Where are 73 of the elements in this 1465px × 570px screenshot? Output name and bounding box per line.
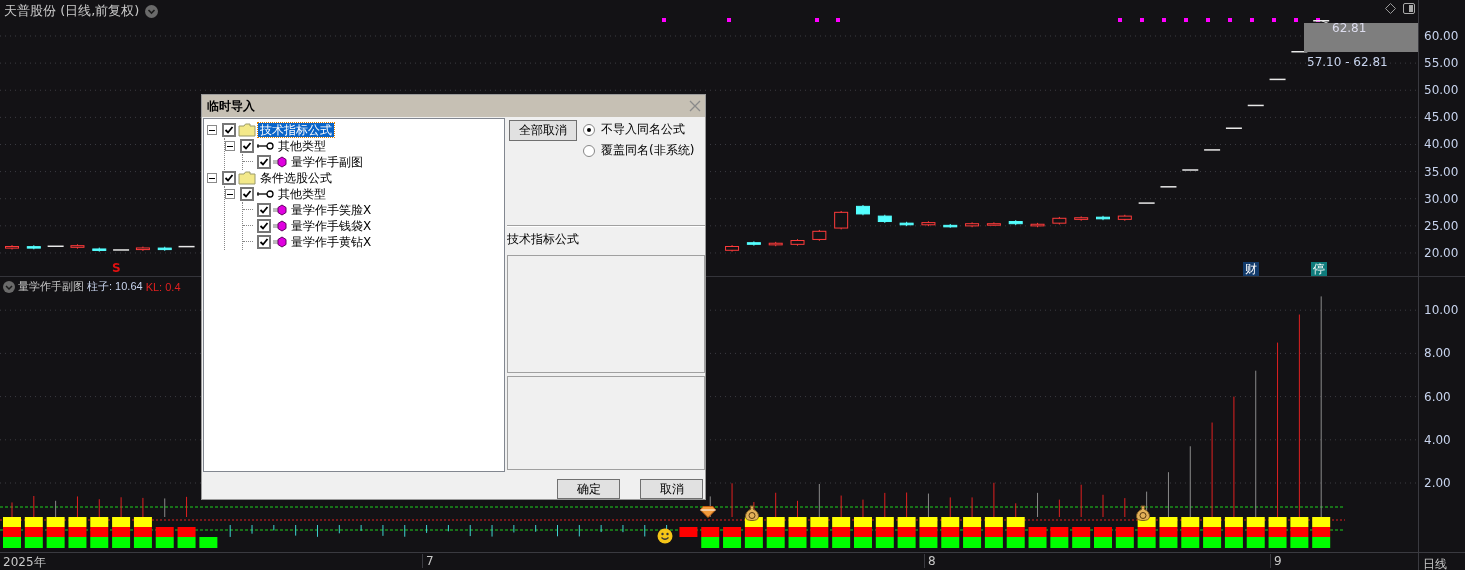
axis-label: 35.00	[1424, 164, 1459, 179]
tree-item[interactable]: 量学作手笑脸X	[289, 203, 374, 217]
cube-icon	[273, 204, 287, 216]
money-bag-icon	[1135, 505, 1151, 521]
folder-icon	[238, 171, 256, 185]
smiley-icon	[657, 528, 673, 544]
key-icon	[256, 141, 274, 151]
tree-item[interactable]: 量学作手黄钻X	[289, 235, 374, 249]
indicator-reading: KL: 0.4	[145, 280, 181, 293]
time-label: 2025年	[2, 554, 46, 570]
tree-item[interactable]: 其他类型	[276, 187, 328, 201]
radio-button[interactable]	[583, 144, 595, 157]
chart-title: 天普股份 (日线,前复权)	[4, 2, 140, 20]
tree-toggle[interactable]	[207, 173, 217, 183]
tree-item[interactable]: 量学作手钱袋X	[289, 219, 374, 233]
axis-label: 2.00	[1424, 476, 1451, 490]
axis-label: 4.00	[1424, 432, 1451, 447]
checkbox[interactable]	[257, 219, 271, 233]
checkbox[interactable]	[257, 203, 271, 217]
time-label: 7	[422, 554, 434, 568]
tree-toggle[interactable]	[207, 125, 217, 135]
radio-button[interactable]	[583, 123, 595, 136]
axis-label: 8.00	[1424, 346, 1451, 361]
axis-label: 10.00	[1424, 303, 1459, 318]
high-price-label: 62.81	[1332, 21, 1367, 35]
axis-label: 40.00	[1424, 137, 1459, 152]
tree-item[interactable]: 其他类型	[276, 139, 328, 153]
tree-item[interactable]: 技术指标公式	[258, 123, 334, 137]
cube-icon	[273, 156, 287, 168]
axis-label: 45.00	[1424, 110, 1459, 125]
dialog-button[interactable]: 确定	[557, 479, 620, 499]
time-label: 9	[1270, 554, 1282, 568]
collapse-icon[interactable]	[3, 280, 15, 293]
dialog-title: 临时导入	[207, 97, 255, 115]
section-label: 技术指标公式	[507, 231, 580, 248]
folder-icon	[238, 123, 256, 137]
axis-label: 60.00	[1424, 29, 1459, 43]
dialog-button[interactable]: 取消	[640, 479, 703, 499]
axis-label: 30.00	[1424, 191, 1459, 206]
radio-label[interactable]: 覆盖同名(非系统)	[601, 142, 695, 159]
period-label[interactable]: 日线	[1423, 557, 1447, 570]
checkbox[interactable]	[240, 187, 254, 201]
event-badge: 停	[1311, 262, 1327, 276]
cube-icon	[273, 236, 287, 248]
axis-label: 20.00	[1424, 245, 1459, 260]
checkbox[interactable]	[222, 171, 236, 185]
price-range-label: 57.10 - 62.81	[1307, 55, 1388, 69]
diamond-icon[interactable]	[1385, 3, 1396, 14]
tree-item[interactable]: 条件选股公式	[258, 171, 334, 185]
checkbox[interactable]	[222, 123, 236, 137]
indicator-title: 量学作手副图	[18, 279, 84, 294]
axis-label: 25.00	[1424, 218, 1459, 233]
axis-label: 50.00	[1424, 83, 1459, 98]
time-label: 8	[924, 554, 936, 568]
money-bag-icon	[744, 505, 760, 521]
panel-toggle-icon[interactable]	[1403, 3, 1415, 14]
checkbox[interactable]	[257, 155, 271, 169]
checkbox[interactable]	[257, 235, 271, 249]
cube-icon	[273, 220, 287, 232]
event-badge: 财	[1243, 262, 1259, 276]
indicator-reading: 柱子: 10.64	[87, 279, 143, 294]
clear-all-button[interactable]: 全部取消	[509, 120, 577, 141]
checkbox[interactable]	[240, 139, 254, 153]
axis-label: 6.00	[1424, 389, 1451, 404]
diamond-icon	[700, 506, 716, 518]
axis-label: 55.00	[1424, 56, 1459, 71]
tree-toggle[interactable]	[225, 189, 235, 199]
radio-label[interactable]: 不导入同名公式	[601, 121, 685, 138]
collapse-icon[interactable]	[145, 4, 159, 18]
tree-toggle[interactable]	[225, 141, 235, 151]
signal-mark: S	[112, 262, 121, 275]
tree-item[interactable]: 量学作手副图	[289, 155, 365, 169]
key-icon	[256, 189, 274, 199]
